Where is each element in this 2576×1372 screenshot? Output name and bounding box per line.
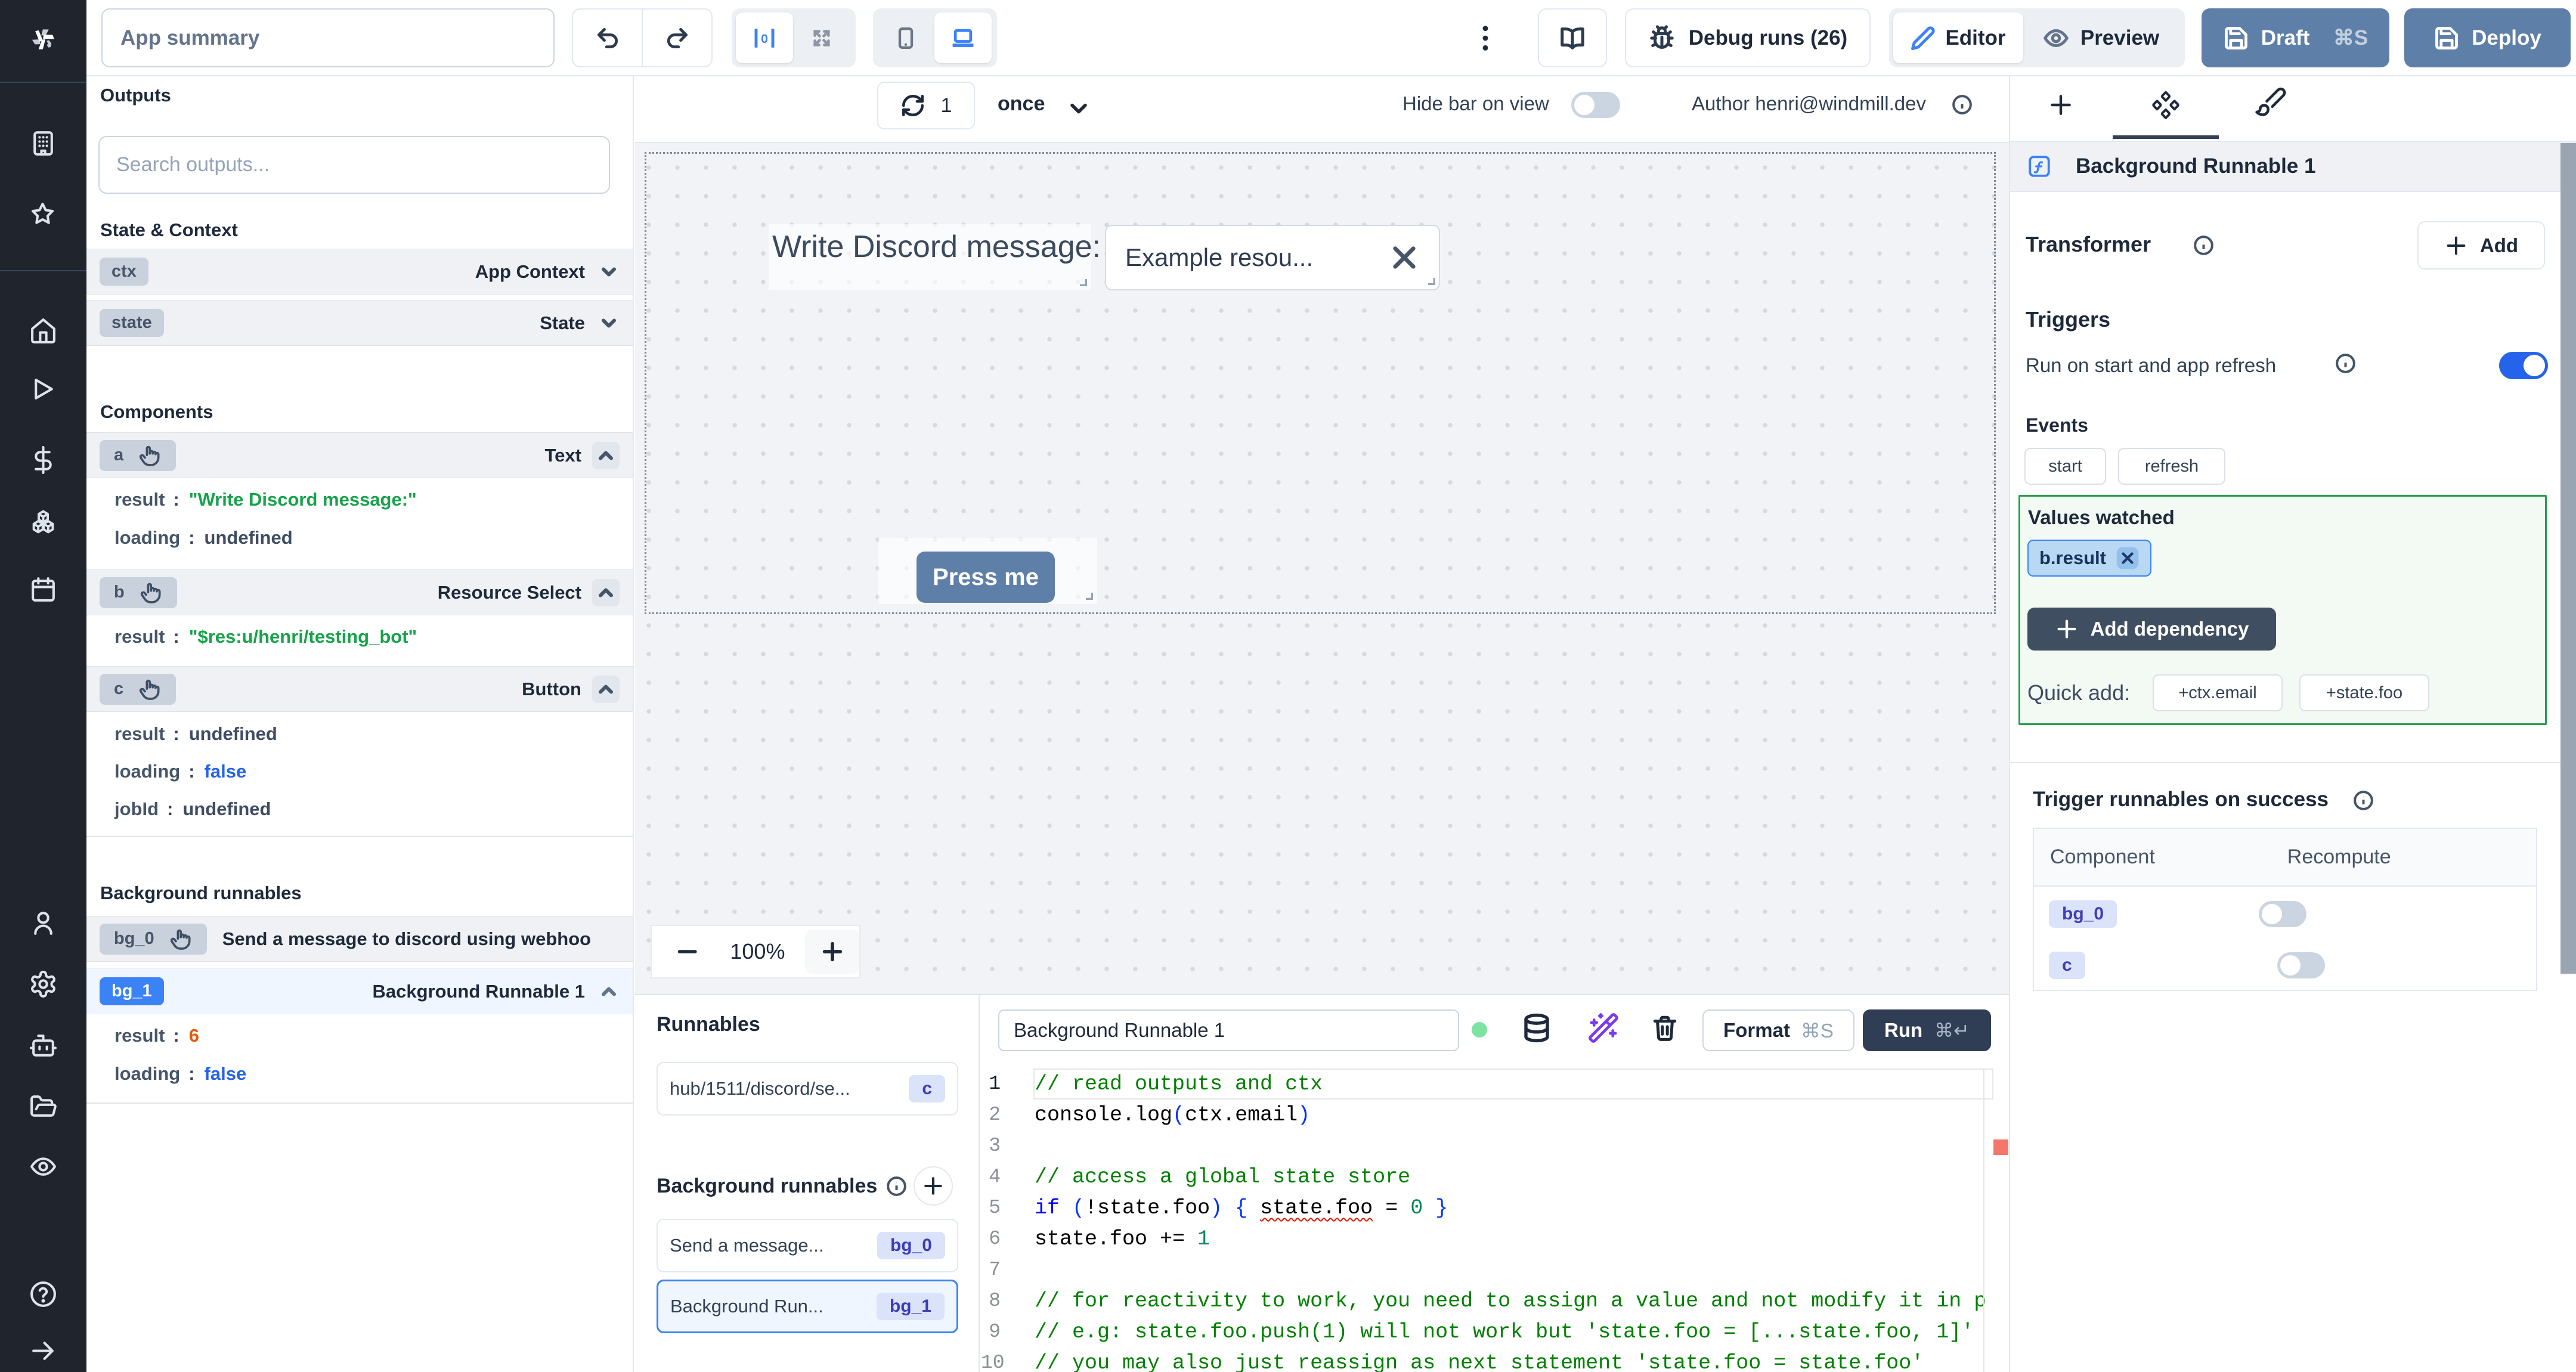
svg-text:0: 0 (761, 32, 768, 45)
